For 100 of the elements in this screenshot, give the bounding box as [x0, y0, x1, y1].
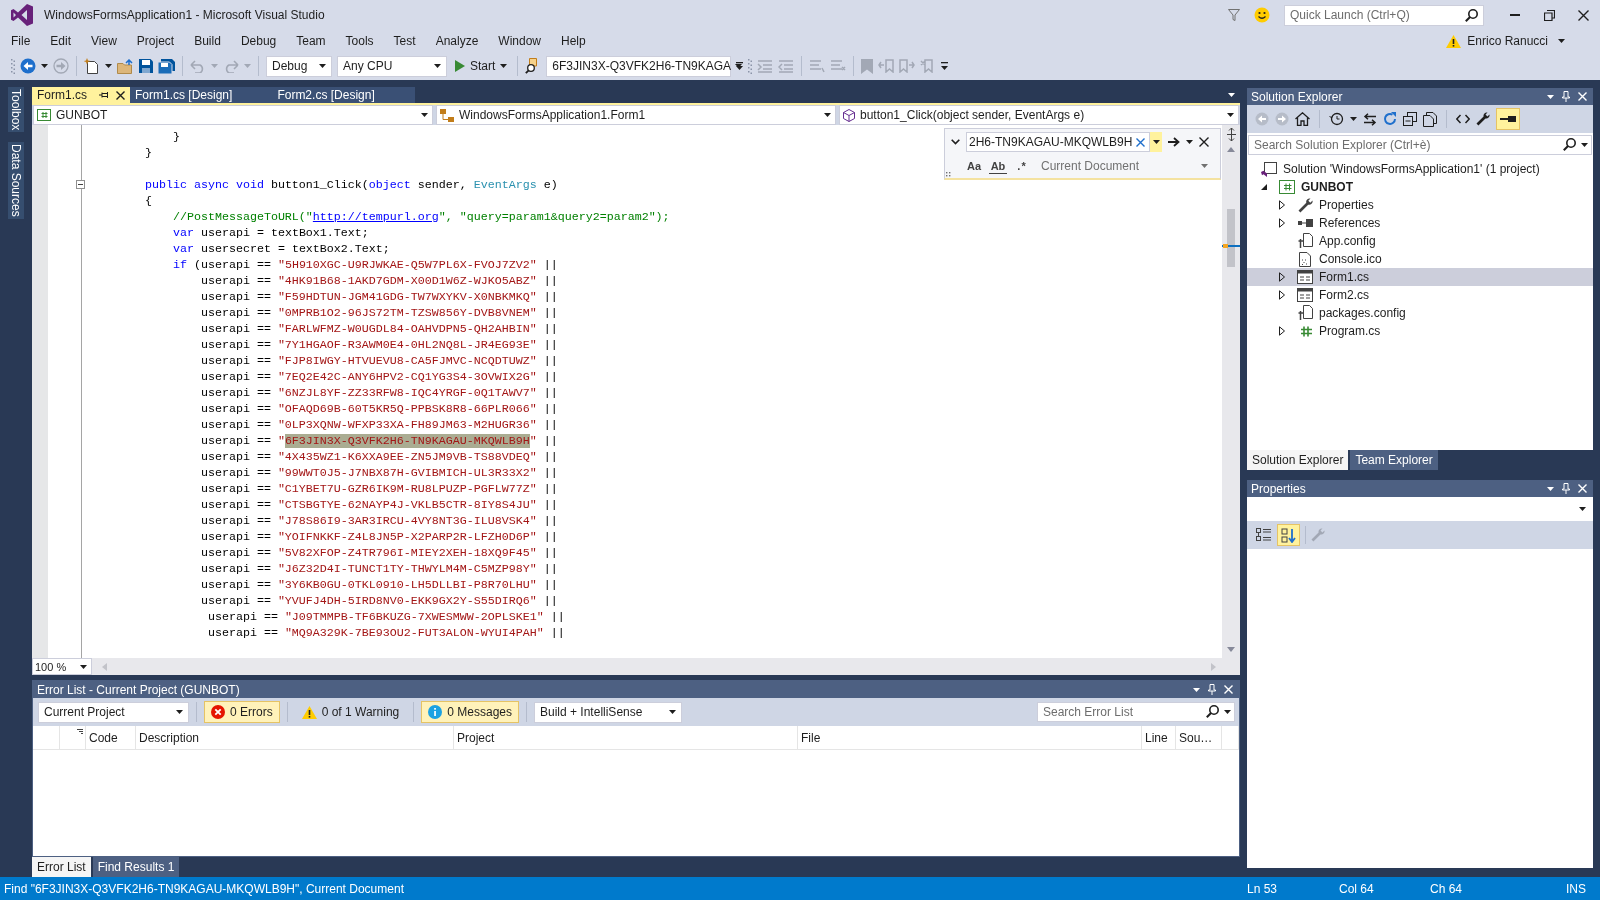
caret-icon[interactable]: [1224, 709, 1231, 714]
navigation-dropdown[interactable]: GUNBOT: [33, 105, 433, 125]
caret-icon[interactable]: [500, 64, 508, 68]
stacked-squares-icon[interactable]: [1403, 112, 1417, 126]
find-option-toggle[interactable]: Aa: [965, 158, 983, 174]
platform-dropdown[interactable]: Any CPU: [337, 55, 447, 77]
search-icon[interactable]: [1206, 705, 1219, 718]
caret-icon[interactable]: [1558, 39, 1565, 43]
column-header[interactable]: Line: [1142, 726, 1176, 749]
restore-icon[interactable]: [1543, 9, 1555, 21]
panel-tab[interactable]: Team Explorer: [1350, 450, 1438, 470]
expanded-triangle-icon[interactable]: [1261, 184, 1267, 190]
search-error-list-field[interactable]: Search Error List: [1037, 702, 1235, 722]
caret-icon[interactable]: [1193, 687, 1200, 692]
search-icon[interactable]: [1465, 8, 1478, 22]
caret-icon[interactable]: [1228, 93, 1235, 97]
menu-item[interactable]: File: [1, 31, 41, 51]
column-header[interactable]: Code: [86, 726, 136, 749]
menu-item[interactable]: Build: [184, 31, 231, 51]
save-icon[interactable]: [139, 59, 153, 73]
menu-item[interactable]: Tools: [335, 31, 384, 51]
collapsed-triangle-icon[interactable]: [1279, 290, 1285, 300]
caret-icon[interactable]: [41, 64, 48, 68]
funnel-icon[interactable]: [1228, 9, 1240, 21]
tree-item[interactable]: Program.cs: [1247, 322, 1593, 340]
scroll-up-arrow-icon[interactable]: [1227, 147, 1235, 152]
find-option-toggle[interactable]: .*: [1013, 158, 1031, 174]
wrench-icon[interactable]: [1476, 112, 1490, 126]
arrow-right-icon[interactable]: [1168, 137, 1180, 147]
preview-toggle-button[interactable]: [1496, 108, 1520, 130]
tree-item[interactable]: Properties: [1247, 196, 1593, 214]
menu-item[interactable]: Help: [551, 31, 596, 51]
collapsed-triangle-icon[interactable]: [1279, 272, 1285, 282]
document-tab[interactable]: Form1.cs: [32, 87, 130, 103]
splitter-icon[interactable]: [1225, 127, 1237, 141]
clear-icon[interactable]: [1136, 137, 1145, 147]
menu-item[interactable]: Test: [383, 31, 426, 51]
zoom-dropdown[interactable]: 100 %: [32, 658, 92, 675]
collapsed-triangle-icon[interactable]: [1279, 200, 1285, 210]
menu-item[interactable]: Team: [286, 31, 336, 51]
tree-item[interactable]: Form2.cs: [1247, 286, 1593, 304]
document-tab[interactable]: Form1.cs [Design]: [130, 87, 273, 103]
caret-icon[interactable]: [319, 64, 326, 68]
find-history-button[interactable]: [1150, 132, 1162, 152]
menu-item[interactable]: Edit: [40, 31, 82, 51]
menu-item[interactable]: View: [81, 31, 127, 51]
start-button[interactable]: Start: [452, 55, 511, 77]
close-icon[interactable]: [1577, 9, 1589, 21]
open-folder-icon[interactable]: [117, 58, 134, 74]
save-all-icon[interactable]: [158, 58, 175, 74]
caret-icon[interactable]: [1579, 507, 1586, 511]
close-icon[interactable]: [1199, 137, 1209, 147]
side-panel-tab[interactable]: Data Sources: [8, 142, 24, 220]
smiley-icon[interactable]: [1254, 7, 1270, 23]
menu-item[interactable]: Analyze: [425, 31, 489, 51]
side-panel-tab[interactable]: Toolbox: [8, 87, 24, 133]
quick-launch-field[interactable]: Quick Launch (Ctrl+Q): [1284, 4, 1484, 26]
caret-icon[interactable]: [1547, 94, 1554, 99]
code-brackets-icon[interactable]: [1456, 114, 1470, 124]
url-link[interactable]: http://tempurl.org: [312, 210, 439, 224]
search-icon[interactable]: [1563, 138, 1576, 151]
clock-icon[interactable]: [1329, 112, 1344, 126]
pages-icon[interactable]: [1423, 111, 1437, 127]
caret-icon[interactable]: [1186, 140, 1193, 144]
overflow-icon[interactable]: [941, 62, 949, 70]
panel-tab[interactable]: Error List: [32, 857, 91, 877]
document-tab[interactable]: Form2.cs [Design]: [272, 87, 415, 103]
tree-item[interactable]: References: [1247, 214, 1593, 232]
scroll-down-arrow-icon[interactable]: [1227, 647, 1235, 652]
source-dropdown[interactable]: Build + IntelliSense: [534, 701, 682, 723]
menu-item[interactable]: Project: [126, 31, 185, 51]
caret-icon[interactable]: [824, 113, 831, 117]
caret-icon[interactable]: [434, 64, 441, 68]
close-icon[interactable]: [116, 90, 125, 100]
navigation-dropdown[interactable]: button1_Click(object sender, EventArgs e): [839, 105, 1239, 125]
home-icon[interactable]: [1295, 112, 1310, 126]
find-field[interactable]: 2H6-TN9KAGAU-MKQWLB9H: [966, 132, 1150, 152]
caret-icon[interactable]: [421, 113, 428, 117]
tree-item[interactable]: Form1.cs: [1247, 268, 1593, 286]
minus-box-icon[interactable]: [76, 180, 85, 189]
search-solution-explorer-field[interactable]: Search Solution Explorer (Ctrl+è): [1248, 135, 1592, 155]
search-scope-dropdown[interactable]: Current Document: [1037, 159, 1216, 173]
column-header[interactable]: Sou…: [1176, 726, 1222, 749]
tree-item[interactable]: GUNBOT: [1247, 178, 1593, 196]
panel-tab[interactable]: Solution Explorer: [1247, 450, 1349, 470]
caret-icon[interactable]: [1547, 486, 1554, 491]
chevron-down-icon[interactable]: [951, 139, 960, 145]
new-page-icon[interactable]: [84, 58, 100, 74]
panel-tab[interactable]: Find Results 1: [92, 857, 180, 877]
filter-toggle-button[interactable]: 0 of 1 Warning: [294, 701, 407, 723]
configuration-dropdown[interactable]: Debug: [266, 55, 332, 77]
filter-toggle-button[interactable]: 0 Messages: [421, 701, 519, 723]
caret-icon[interactable]: [1350, 117, 1357, 121]
column-header[interactable]: Project: [454, 726, 798, 749]
filter-toggle-button[interactable]: 0 Errors: [204, 701, 280, 723]
menu-item[interactable]: Window: [488, 31, 551, 51]
navigation-dropdown[interactable]: WindowsFormsApplication1.Form1: [436, 105, 836, 125]
caret-icon[interactable]: [1152, 140, 1160, 144]
caret-icon[interactable]: [80, 664, 87, 669]
column-header[interactable]: Description: [136, 726, 454, 749]
